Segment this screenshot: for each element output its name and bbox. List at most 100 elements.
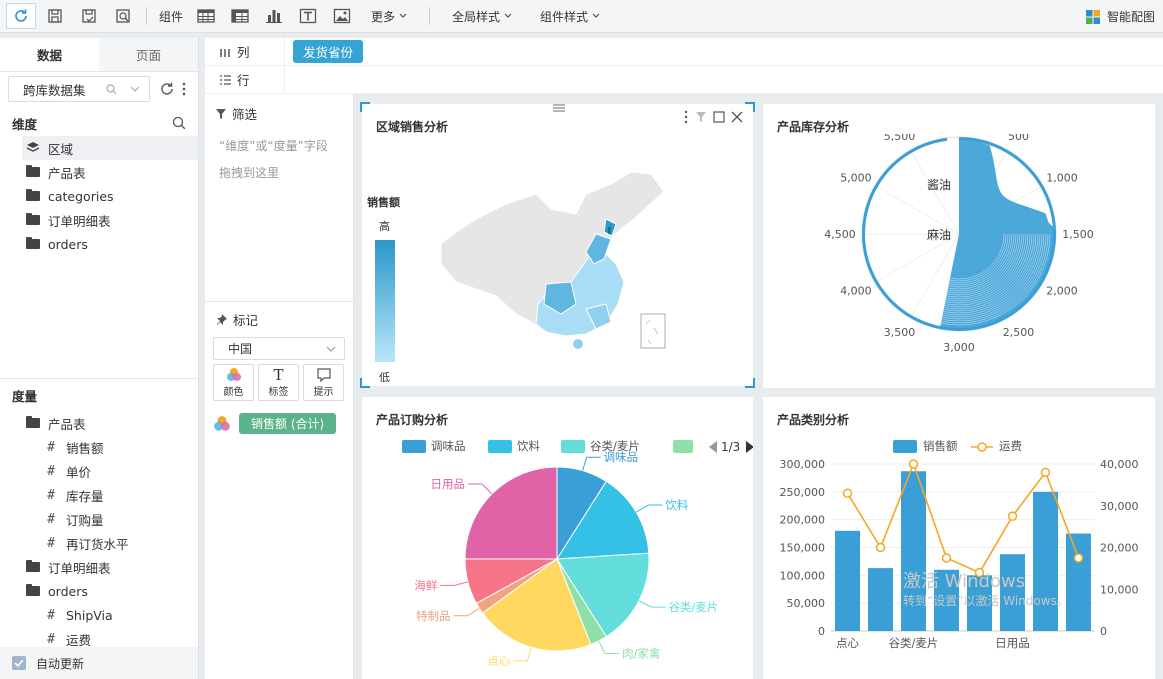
combo-chart[interactable]: 销售额 运费 0 50,000 100,000 150,000 200,000 250,000…: [763, 397, 1155, 679]
combo-card[interactable]: 产品类别分析 销售额 运费 0 50,000 100,000 150,000 200,000…: [763, 397, 1155, 679]
line-point[interactable]: [941, 553, 952, 563]
filter-icon[interactable]: [695, 111, 707, 123]
measure-folder[interactable]: 订单明细表: [0, 555, 198, 579]
mark-type-value: 中国: [228, 342, 253, 356]
measure-item[interactable]: # 订购量: [0, 507, 198, 531]
pie-card[interactable]: 产品订购分析 调味品 饮料 谷类/麦片 1/3 调味品 饮料 谷类/麦片 肉/家禽 点心 特制品海…: [362, 397, 753, 679]
bar[interactable]: [1066, 533, 1091, 631]
legend-label: 销售额: [923, 439, 958, 453]
pie-slice[interactable]: [464, 466, 558, 560]
close-icon[interactable]: [731, 111, 743, 123]
measure-pill[interactable]: 销售额 (合计): [239, 413, 337, 434]
dimension-item[interactable]: orders: [22, 232, 198, 256]
dimension-item[interactable]: 产品表: [22, 160, 198, 184]
global-style-label: 全局样式: [452, 9, 501, 24]
resize-handle[interactable]: [360, 102, 370, 112]
map-card[interactable]: 区域销售分析 销售额 高 低: [360, 102, 755, 388]
more-vertical-icon[interactable]: [683, 110, 689, 124]
polar-chart[interactable]: 05001,0001,5002,0002,5003,0003,5004,0004…: [763, 134, 1155, 384]
mark-type-select[interactable]: 中国: [213, 337, 345, 360]
measure-item[interactable]: # ShipVia: [0, 603, 198, 627]
tooltip-button[interactable]: 提示: [303, 364, 344, 401]
smart-match-button[interactable]: 智能配图: [1085, 0, 1155, 33]
legend-swatch[interactable]: [561, 440, 585, 453]
legend-swatch[interactable]: [488, 440, 512, 453]
label-button[interactable]: T 标签: [258, 364, 299, 401]
measure-folder[interactable]: orders: [0, 579, 198, 603]
more-dropdown[interactable]: 更多: [371, 8, 407, 25]
polar-card[interactable]: 产品库存分析 05001,0001,5002,0002,5003,0003,50…: [763, 104, 1155, 388]
dataset-row: 跨库数据集: [0, 72, 198, 106]
bar[interactable]: [1033, 491, 1058, 631]
line-point[interactable]: [908, 459, 919, 469]
measure-label: 订购量: [66, 512, 104, 528]
row-shelf-label: 行: [205, 66, 285, 93]
color-legend-bar[interactable]: [375, 240, 395, 362]
measure-label: 销售额: [66, 440, 104, 456]
dimension-item[interactable]: categories: [22, 184, 198, 208]
bar[interactable]: [835, 530, 860, 631]
dimension-item[interactable]: 订单明细表: [22, 208, 198, 232]
tab-page[interactable]: 页面: [99, 38, 198, 71]
preview-button[interactable]: [108, 3, 138, 29]
component-style-dropdown[interactable]: 组件样式: [540, 8, 600, 25]
pie-chart[interactable]: 调味品 饮料 谷类/麦片 1/3调味品饮料谷类/麦片肉/家禽点心特制品海鲜日用品: [362, 397, 753, 679]
measure-item[interactable]: # 单价: [0, 459, 198, 483]
image-button[interactable]: [327, 3, 357, 29]
global-style-dropdown[interactable]: 全局样式: [452, 8, 512, 25]
search-icon[interactable]: [172, 116, 186, 130]
line-point[interactable]: [875, 542, 886, 553]
dataset-select[interactable]: 跨库数据集: [8, 76, 150, 102]
measure-folder[interactable]: 产品表: [0, 411, 198, 435]
line-point[interactable]: [1007, 511, 1018, 521]
dataset-name: 跨库数据集: [23, 82, 86, 98]
china-map[interactable]: [436, 164, 676, 354]
legend-next-icon[interactable]: [746, 441, 753, 453]
more-vertical-icon[interactable]: [179, 81, 189, 97]
resize-handle[interactable]: [745, 102, 755, 112]
color-button[interactable]: 颜色: [213, 364, 254, 401]
column-pill[interactable]: 发货省份: [293, 40, 364, 63]
legend-swatch[interactable]: [893, 440, 917, 453]
image-icon: [333, 8, 351, 24]
legend-prev-icon[interactable]: [709, 441, 717, 453]
line-point[interactable]: [1073, 553, 1084, 563]
column-shelf[interactable]: 列 发货省份: [205, 38, 1163, 66]
bar[interactable]: [868, 568, 893, 631]
line-point[interactable]: [842, 488, 853, 498]
tab-data[interactable]: 数据: [0, 38, 99, 71]
checkbox-checked-icon[interactable]: [12, 656, 26, 670]
refresh-button[interactable]: [6, 3, 36, 29]
row-shelf[interactable]: 行: [205, 66, 1163, 94]
dimension-label: 区域: [48, 141, 74, 157]
refresh-icon: [15, 9, 27, 22]
dimension-item[interactable]: 区域: [22, 136, 198, 160]
maximize-icon[interactable]: [713, 111, 725, 123]
refresh-icon[interactable]: [159, 81, 175, 97]
table-button[interactable]: [191, 3, 221, 29]
line-point[interactable]: [1040, 467, 1051, 478]
resize-handle[interactable]: [745, 378, 755, 388]
hash-icon: #: [47, 439, 55, 455]
save-button[interactable]: [40, 3, 70, 29]
x-tick-label: 谷类/麦片: [889, 636, 939, 650]
crosstab-button[interactable]: [225, 3, 255, 29]
legend-swatch[interactable]: [402, 440, 426, 453]
resize-handle[interactable]: [360, 378, 370, 388]
chart-button[interactable]: [259, 3, 289, 29]
dimension-title: 维度: [12, 116, 38, 132]
legend-swatch[interactable]: [673, 440, 693, 453]
drag-handle-icon[interactable]: [553, 104, 565, 112]
auto-update-label: 自动更新: [36, 656, 85, 671]
measure-label: 运费: [66, 632, 92, 648]
text-button[interactable]: [293, 3, 323, 29]
save-as-button[interactable]: [74, 3, 104, 29]
filter-drop-zone[interactable]: “维度”或“度量”字段拖拽到这里: [205, 123, 345, 187]
search-icon: [106, 84, 117, 95]
measure-item[interactable]: # 再订货水平: [0, 531, 198, 555]
rows-icon: [220, 74, 231, 85]
measure-item[interactable]: # 库存量: [0, 483, 198, 507]
pie-label-line: [513, 647, 532, 662]
auto-update-row[interactable]: 自动更新: [0, 647, 198, 679]
measure-item[interactable]: # 销售额: [0, 435, 198, 459]
